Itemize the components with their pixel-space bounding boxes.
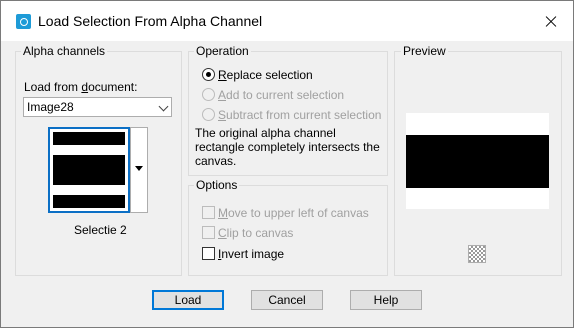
title-bar: Load Selection From Alpha Channel (1, 1, 573, 41)
clip-to-canvas-label[interactable]: Clip to canvas (218, 226, 293, 240)
add-to-selection-radio[interactable] (202, 88, 215, 101)
replace-selection-radio[interactable] (202, 68, 215, 81)
window-title: Load Selection From Alpha Channel (38, 13, 263, 29)
label-part: nvert image (221, 247, 285, 261)
label-accesskey: C (218, 226, 227, 240)
operation-description: The original alpha channel rectangle com… (195, 126, 380, 168)
transparency-checker-icon[interactable] (468, 245, 486, 263)
app-icon (16, 14, 31, 29)
alpha-channels-title: Alpha channels (21, 44, 108, 58)
preview-title: Preview (401, 44, 448, 58)
channel-thumbnail[interactable] (48, 127, 130, 213)
label-part: lip to canvas (226, 226, 294, 240)
label-accesskey: M (218, 206, 228, 220)
replace-selection-label[interactable]: Replace selection (218, 68, 313, 82)
label-part: eplace selection (226, 68, 313, 82)
invert-image-label[interactable]: Invert image (218, 247, 284, 261)
channel-thumbnail-image (53, 132, 125, 208)
document-select-value: Image28 (27, 100, 74, 114)
chevron-down-icon (158, 101, 169, 112)
load-button[interactable]: Load (152, 290, 224, 310)
thumbnail-stripe (53, 185, 125, 195)
preview-image (406, 113, 549, 209)
dialog: Load Selection From Alpha Channel Alpha … (0, 0, 574, 328)
channel-name: Selectie 2 (74, 223, 127, 237)
invert-image-checkbox[interactable] (202, 247, 215, 260)
label-part: dd to current selection (226, 88, 345, 102)
subtract-from-selection-label[interactable]: Subtract from current selection (218, 108, 381, 122)
channel-picker[interactable] (48, 127, 148, 213)
label-accesskey: S (218, 108, 227, 122)
label-part: ubtract from current selection (226, 108, 382, 122)
document-select[interactable]: Image28 (23, 97, 172, 117)
help-button[interactable]: Help (350, 290, 422, 310)
preview-selection-shape (406, 135, 549, 188)
clip-to-canvas-checkbox[interactable] (202, 226, 215, 239)
operation-title: Operation (194, 44, 251, 58)
label-part: ocument: (88, 80, 138, 94)
label-part: Load from (24, 80, 82, 94)
cancel-button[interactable]: Cancel (251, 290, 323, 310)
channel-dropdown-button[interactable] (130, 127, 148, 213)
add-to-selection-label[interactable]: Add to current selection (218, 88, 344, 102)
close-icon[interactable] (527, 1, 573, 41)
options-title: Options (194, 178, 240, 192)
label-part: ove to upper left of canvas (228, 206, 369, 220)
label-accesskey: R (218, 68, 227, 82)
load-from-document-label: Load from document: (24, 80, 137, 94)
subtract-from-selection-radio[interactable] (202, 108, 215, 121)
move-to-upper-left-checkbox[interactable] (202, 206, 215, 219)
label-accesskey: A (218, 88, 227, 102)
thumbnail-stripe (53, 145, 125, 155)
move-to-upper-left-label[interactable]: Move to upper left of canvas (218, 206, 369, 220)
